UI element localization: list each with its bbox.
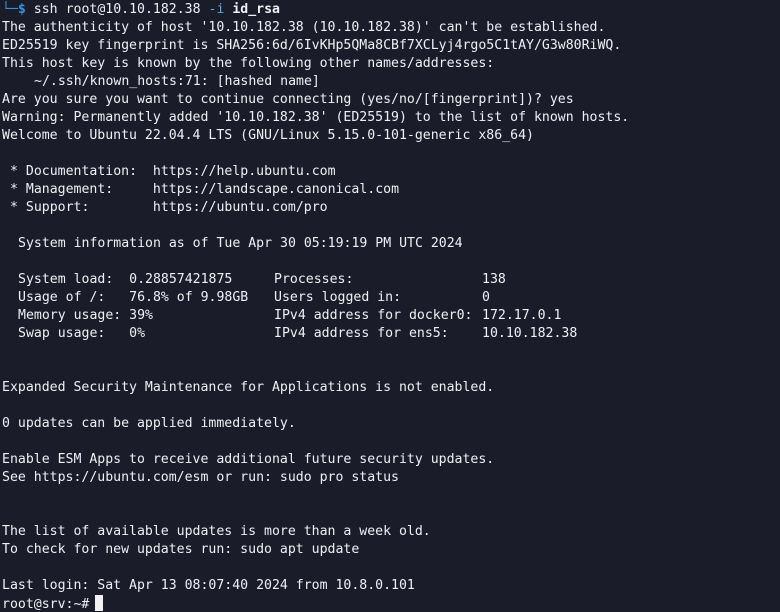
warning-line: Warning: Permanently added '10.10.182.38… [2,110,630,125]
remote-prompt-line[interactable]: root@srv:~# [2,595,780,612]
sysinfo-heading: System information as of Tue Apr 30 05:1… [18,236,463,251]
command-flag: -i [208,2,225,17]
link-label: * Documentation: [10,164,153,179]
sysinfo-left: Swap usage: 0% [18,326,146,341]
command-target: root@10.10.182.38 [65,2,201,17]
doc-url: https://help.ubuntu.com [152,164,336,179]
esm-status-line: Expanded Security Maintenance for Applic… [2,380,495,395]
sysinfo-table: System load: 0.28857421875 Processes: 13… [2,271,780,343]
link-label: * Support: [10,200,153,215]
esm-enable-line: Enable ESM Apps to receive additional fu… [2,452,495,467]
sysinfo-right: 0 [482,290,490,305]
fingerprint-line: ED25519 key fingerprint is SHA256:6d/6Iv… [2,38,622,53]
sysinfo-mid: Users logged in: [274,290,402,305]
doc-link-line: * Documentation: https://help.ubuntu.com [2,163,780,181]
sysinfo-left: Usage of /: 76.8% of 9.98GB [18,290,249,305]
management-url: https://landscape.canonical.com [152,182,400,197]
sysinfo-mid: IPv4 address for docker0: [274,308,473,323]
updates-line: 0 updates can be applied immediately. [2,416,296,431]
authenticity-line: The authenticity of host '10.10.182.38 (… [2,20,606,35]
check-updates-line: To check for new updates run: sudo apt u… [2,542,360,557]
terminal-output: └─$ ssh root@10.10.182.38 -i id_rsa The … [2,1,780,612]
command-name: ssh [33,2,58,17]
prompt-symbol: $ [17,2,26,17]
sysinfo-mid: IPv4 address for ens5: [274,326,449,341]
link-label: * Management: [10,182,153,197]
sysinfo-mid: Processes: [274,272,354,287]
support-link-line: * Support: https://ubuntu.com/pro [2,199,780,217]
esm-see-line: See https://ubuntu.com/esm or run: sudo … [2,470,399,485]
local-command-line: └─$ ssh root@10.10.182.38 -i id_rsa [2,1,780,19]
old-list-line: The list of available updates is more th… [2,524,431,539]
known-hosts-line: ~/.ssh/known_hosts:71: [hashed name] [34,74,320,89]
sysinfo-left: System load: 0.28857421875 [18,272,233,287]
terminal-cursor[interactable] [95,595,104,611]
confirm-line: Are you sure you want to continue connec… [2,92,574,107]
sysinfo-right: 138 [482,272,506,287]
sysinfo-left: Memory usage: 39% [18,308,153,323]
known-by-line: This host key is known by the following … [2,56,495,71]
sysinfo-right: 10.10.182.38 [482,326,578,341]
sysinfo-right: 172.17.0.1 [482,308,562,323]
terminal-window[interactable]: └─$ ssh root@10.10.182.38 -i id_rsa The … [0,0,780,612]
remote-prompt: root@srv:~# [2,597,90,612]
last-login-line: Last login: Sat Apr 13 08:07:40 2024 fro… [2,578,415,593]
support-url: https://ubuntu.com/pro [152,200,328,215]
command-key-file: id_rsa [232,2,280,17]
welcome-line: Welcome to Ubuntu 22.04.4 LTS (GNU/Linux… [2,128,534,143]
prompt-corner: └─ [2,2,18,17]
management-link-line: * Management: https://landscape.canonica… [2,181,780,199]
